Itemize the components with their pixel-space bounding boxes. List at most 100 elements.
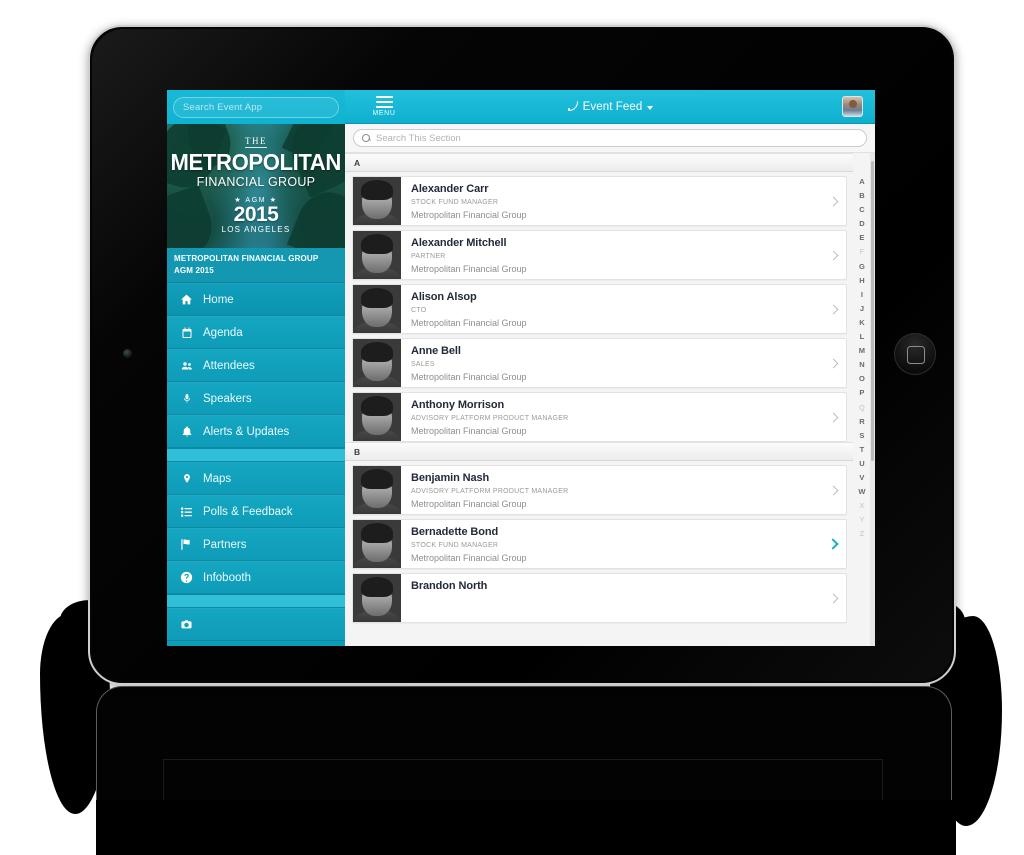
alpha-index-V[interactable]: V (859, 471, 864, 485)
event-feed-dropdown[interactable]: Event Feed (345, 90, 875, 123)
attendee-role: ADVISORY PLATFORM PRODUCT MANAGER (411, 414, 569, 422)
sidebar-item-maps[interactable]: Maps (167, 462, 345, 496)
alpha-index-F[interactable]: F (860, 245, 865, 259)
alpha-index-P[interactable]: P (859, 386, 864, 400)
search-event-app-input[interactable]: Search Event App (173, 96, 339, 118)
hero-title: METROPOLITAN (170, 149, 342, 176)
search-section-input[interactable]: Search This Section (353, 129, 867, 147)
alpha-index-W[interactable]: W (858, 485, 865, 499)
attendee-photo (353, 231, 401, 279)
content-pane: Search This Section A Alexander Carr STOCK… (345, 124, 875, 646)
alpha-index-J[interactable]: J (860, 302, 864, 316)
sidebar-item-alerts[interactable]: Alerts & Updates (167, 415, 345, 449)
alpha-index-I[interactable]: I (861, 288, 863, 302)
people-icon (179, 360, 194, 372)
attendee-organization: Metropolitan Financial Group (411, 318, 527, 329)
calendar-icon (179, 327, 194, 339)
alphabet-index[interactable]: ABCDEFGHIJKLMNOPQRSTUVWXYZ (855, 175, 869, 644)
sidebar-item-speakers[interactable]: Speakers (167, 382, 345, 416)
alpha-index-Z[interactable]: Z (860, 527, 865, 541)
alpha-index-Q[interactable]: Q (859, 401, 865, 415)
alpha-index-H[interactable]: H (859, 274, 865, 288)
attendee-row[interactable]: Brandon North (352, 573, 847, 623)
sidebar-item-label: Agenda (203, 326, 243, 339)
sidebar-item-cut-off[interactable] (167, 608, 345, 642)
alpha-index-X[interactable]: X (859, 499, 864, 513)
search-event-app-placeholder: Search Event App (183, 101, 263, 113)
attendee-row[interactable]: Anthony Morrison ADVISORY PLATFORM PRODUC… (352, 392, 847, 442)
user-avatar[interactable] (842, 96, 863, 117)
attendee-row[interactable]: Alexander Mitchell PARTNER Metropolitan Fi… (352, 230, 847, 280)
attendee-row[interactable]: Bernadette Bond STOCK FUND MANAGER Metropo… (352, 519, 847, 569)
alpha-index-M[interactable]: M (859, 344, 865, 358)
sidebar-item-label: Polls & Feedback (203, 505, 293, 518)
app-topbar: Search Event App MENU Event Feed (167, 90, 875, 124)
sidebar-item-label: Speakers (203, 392, 252, 405)
attendee-info: Bernadette Bond STOCK FUND MANAGER Metropo… (401, 520, 820, 568)
alpha-index-R[interactable]: R (859, 415, 865, 429)
attendee-organization: Metropolitan Financial Group (411, 264, 527, 275)
chevron-right-icon[interactable] (820, 574, 846, 622)
attendee-list-body: A Alexander Carr STOCK FUND MANAGER Metropo… (345, 153, 853, 623)
sidebar: THE METROPOLITAN FINANCIAL GROUP ★ AGM ★… (167, 124, 345, 646)
alpha-index-B[interactable]: B (859, 189, 865, 203)
attendee-name: Alexander Carr (411, 183, 489, 195)
sidebar-item-attendees[interactable]: Attendees (167, 349, 345, 383)
ink-smudge-bottom (96, 800, 956, 855)
alpha-index-C[interactable]: C (859, 203, 865, 217)
attendee-row[interactable]: Anne Bell SALES Metropolitan Financial Gro… (352, 338, 847, 388)
attendee-info: Alexander Carr STOCK FUND MANAGER Metropol… (401, 177, 820, 225)
attendee-list[interactable]: A Alexander Carr STOCK FUND MANAGER Metropo… (345, 153, 875, 646)
hero-year: 2015 (233, 202, 279, 226)
attendee-organization: Metropolitan Financial Group (411, 553, 527, 564)
sidebar-divider (167, 594, 345, 609)
alpha-index-S[interactable]: S (859, 429, 864, 443)
alpha-index-A[interactable]: A (859, 175, 865, 189)
sidebar-item-infobooth[interactable]: Infobooth (167, 561, 345, 595)
alpha-index-O[interactable]: O (859, 372, 865, 386)
attendee-photo (353, 520, 401, 568)
home-button[interactable] (894, 333, 936, 375)
topbar-right: MENU Event Feed (345, 90, 875, 124)
alpha-index-E[interactable]: E (859, 231, 864, 245)
attendee-role: PARTNER (411, 252, 446, 260)
alpha-index-U[interactable]: U (859, 457, 865, 471)
alpha-index-N[interactable]: N (859, 358, 865, 372)
attendee-name: Alison Alsop (411, 291, 477, 303)
sidebar-item-polls[interactable]: Polls & Feedback (167, 495, 345, 529)
chevron-right-icon[interactable] (820, 520, 846, 568)
attendee-role: ADVISORY PLATFORM PRODUCT MANAGER (411, 487, 569, 495)
alpha-index-G[interactable]: G (859, 260, 865, 274)
app-body: THE METROPOLITAN FINANCIAL GROUP ★ AGM ★… (167, 124, 875, 646)
attendee-photo (353, 574, 401, 622)
sidebar-item-home[interactable]: Home (167, 283, 345, 317)
chevron-right-icon[interactable] (820, 285, 846, 333)
hero-subtitle: FINANCIAL GROUP (196, 175, 316, 190)
event-hero-banner: THE METROPOLITAN FINANCIAL GROUP ★ AGM ★… (167, 124, 345, 248)
bell-icon (179, 425, 194, 438)
sidebar-item-agenda[interactable]: Agenda (167, 316, 345, 350)
chevron-right-icon[interactable] (820, 466, 846, 514)
section-header: A (345, 153, 853, 172)
vertical-scrollbar[interactable] (870, 153, 875, 646)
alpha-index-L[interactable]: L (860, 330, 865, 344)
attendee-row[interactable]: Alexander Carr STOCK FUND MANAGER Metropol… (352, 176, 847, 226)
chevron-right-icon[interactable] (820, 339, 846, 387)
sidebar-item-label: Attendees (203, 359, 255, 372)
chevron-right-icon[interactable] (820, 177, 846, 225)
sidebar-item-partners[interactable]: Partners (167, 528, 345, 562)
alpha-index-D[interactable]: D (859, 217, 865, 231)
chevron-right-icon[interactable] (820, 231, 846, 279)
attendee-info: Alison Alsop CTO Metropolitan Financial Gr… (401, 285, 820, 333)
alpha-index-T[interactable]: T (860, 443, 865, 457)
alpha-index-K[interactable]: K (859, 316, 865, 330)
scrollbar-thumb[interactable] (871, 161, 874, 461)
front-camera-icon (123, 349, 132, 358)
attendee-row[interactable]: Alison Alsop CTO Metropolitan Financial Gr… (352, 284, 847, 334)
attendee-row[interactable]: Benjamin Nash ADVISORY PLATFORM PRODUCT M… (352, 465, 847, 515)
attendee-info: Alexander Mitchell PARTNER Metropolitan Fi… (401, 231, 820, 279)
alpha-index-Y[interactable]: Y (859, 513, 864, 527)
chevron-right-icon[interactable] (820, 393, 846, 441)
hamburger-icon (375, 95, 393, 109)
menu-button[interactable]: MENU (345, 90, 423, 123)
